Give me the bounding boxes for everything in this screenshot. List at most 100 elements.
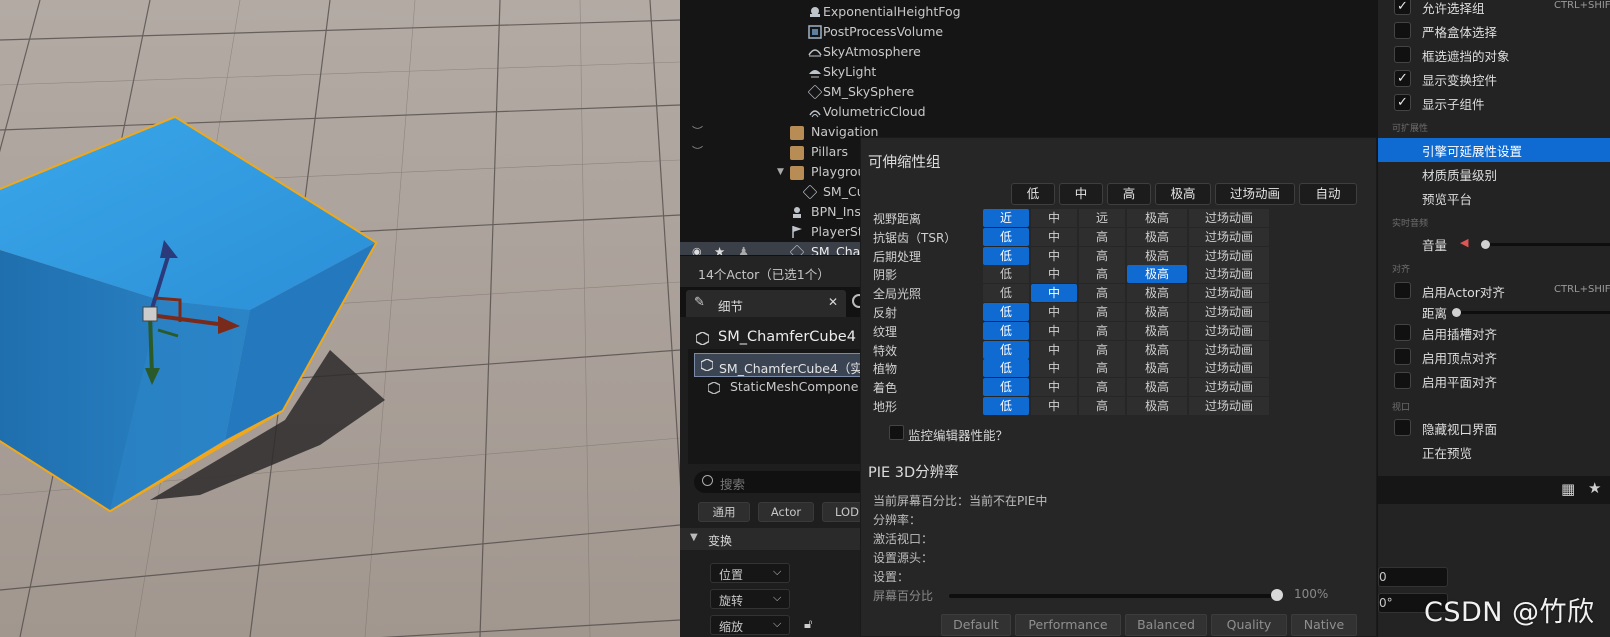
rotation-dropdown[interactable]: 旋转 ⌵ bbox=[710, 589, 790, 609]
scalability-option[interactable]: 低 bbox=[983, 246, 1029, 265]
scalability-option[interactable]: 过场动画 bbox=[1189, 359, 1269, 378]
close-icon[interactable]: ✕ bbox=[828, 295, 838, 309]
scalability-option[interactable]: 中 bbox=[1031, 265, 1077, 284]
scalability-option[interactable]: 过场动画 bbox=[1189, 378, 1269, 397]
visibility-eye-icon[interactable]: ︶ bbox=[692, 122, 703, 142]
scalability-option[interactable]: 低 bbox=[983, 321, 1029, 340]
scalability-option[interactable]: 过场动画 bbox=[1189, 227, 1269, 246]
scalability-option[interactable]: 过场动画 bbox=[1189, 265, 1269, 284]
scalability-option[interactable]: 极高 bbox=[1127, 227, 1187, 246]
menu-item-show-transform-widget[interactable]: ✓ 显示变换控件 bbox=[1378, 67, 1610, 91]
preset-default-button[interactable]: Default bbox=[941, 614, 1011, 636]
table-view-icon[interactable]: ▦ bbox=[1561, 480, 1575, 498]
outliner-row[interactable]: PostProcessVolume bbox=[680, 22, 1380, 42]
checkbox[interactable] bbox=[1394, 46, 1411, 63]
scalability-option[interactable]: 极高 bbox=[1127, 359, 1187, 378]
scalability-option[interactable]: 低 bbox=[983, 397, 1029, 415]
preset-auto-button[interactable]: 自动 bbox=[1299, 183, 1357, 205]
scalability-option[interactable]: 过场动画 bbox=[1189, 321, 1269, 340]
scalability-option[interactable]: 高 bbox=[1079, 359, 1125, 378]
menu-item-previewing[interactable]: 正在预览 bbox=[1378, 440, 1610, 464]
scalability-option[interactable]: 过场动画 bbox=[1189, 209, 1269, 227]
scalability-option[interactable]: 极高 bbox=[1127, 209, 1187, 227]
tab-details[interactable]: ✎ 细节 ✕ bbox=[686, 290, 846, 317]
scalability-option[interactable]: 中 bbox=[1031, 378, 1077, 397]
preset-native-button[interactable]: Native bbox=[1291, 614, 1357, 636]
scalability-option[interactable]: 低 bbox=[983, 227, 1029, 246]
menu-item-show-subcomponents[interactable]: ✓ 显示子组件 bbox=[1378, 91, 1610, 115]
pin-icon[interactable]: ★ bbox=[714, 242, 725, 255]
checkbox[interactable]: ✓ bbox=[1394, 0, 1411, 15]
menu-item-preview-platform[interactable]: 预览平台 bbox=[1378, 186, 1610, 210]
scalability-option[interactable]: 高 bbox=[1079, 265, 1125, 284]
scalability-option[interactable]: 极高 bbox=[1127, 284, 1187, 303]
menu-item-hide-viewport-ui[interactable]: 隐藏视口界面 bbox=[1378, 416, 1610, 440]
visibility-eye-icon[interactable]: ︶ bbox=[692, 142, 703, 162]
scalability-option[interactable]: 高 bbox=[1079, 378, 1125, 397]
scalability-option[interactable]: 极高 bbox=[1127, 321, 1187, 340]
checkbox[interactable] bbox=[1394, 348, 1411, 365]
scalability-option[interactable]: 中 bbox=[1031, 397, 1077, 415]
menu-item-volume[interactable]: 音量 ◀︎ bbox=[1378, 232, 1610, 256]
scale-dropdown[interactable]: 缩放 ⌵ bbox=[710, 615, 790, 635]
scalability-option[interactable]: 高 bbox=[1079, 340, 1125, 359]
checkbox[interactable]: ✓ bbox=[1394, 70, 1411, 87]
scalability-option[interactable]: 远 bbox=[1079, 209, 1125, 227]
preset-cinematic-button[interactable]: 过场动画 bbox=[1215, 183, 1295, 205]
scalability-option[interactable]: 极高 bbox=[1127, 397, 1187, 415]
checkbox[interactable] bbox=[1394, 282, 1411, 299]
scalability-option[interactable]: 低 bbox=[983, 359, 1029, 378]
scalability-option[interactable]: 低 bbox=[983, 303, 1029, 321]
checkbox[interactable]: ✓ bbox=[1394, 94, 1411, 111]
scalability-option[interactable]: 过场动画 bbox=[1189, 397, 1269, 415]
transform-value-input[interactable]: 0 bbox=[1378, 567, 1448, 587]
preset-balanced-button[interactable]: Balanced bbox=[1125, 614, 1207, 636]
scalability-option[interactable]: 低 bbox=[983, 284, 1029, 303]
preset-performance-button[interactable]: Performance bbox=[1015, 614, 1121, 636]
volume-slider-handle[interactable] bbox=[1481, 240, 1490, 249]
scalability-option[interactable]: 中 bbox=[1031, 303, 1077, 321]
menu-item-strict-box-select[interactable]: 严格盒体选择 bbox=[1378, 19, 1610, 43]
details-search-input[interactable]: 搜索 bbox=[694, 471, 884, 493]
scalability-option[interactable]: 过场动画 bbox=[1189, 284, 1269, 303]
checkbox[interactable] bbox=[1394, 324, 1411, 341]
preset-medium-button[interactable]: 中 bbox=[1059, 183, 1103, 205]
outliner-row[interactable]: SkyAtmosphere bbox=[680, 42, 1380, 62]
outliner-row[interactable]: ExponentialHeightFog bbox=[680, 2, 1380, 22]
scalability-option[interactable]: 中 bbox=[1031, 321, 1077, 340]
scalability-option[interactable]: 低 bbox=[983, 265, 1029, 284]
menu-item-plane-snap[interactable]: 启用平面对齐 bbox=[1378, 369, 1610, 393]
lock-icon[interactable]: ♟ bbox=[738, 242, 749, 255]
scalability-option[interactable]: 过场动画 bbox=[1189, 303, 1269, 321]
scalability-option[interactable]: 低 bbox=[983, 340, 1029, 359]
object-name[interactable]: SM_ChamferCube4 bbox=[718, 329, 856, 345]
screen-percentage-slider-handle[interactable] bbox=[1271, 589, 1283, 601]
outliner-row[interactable]: VolumetricCloud bbox=[680, 102, 1380, 122]
distance-slider[interactable] bbox=[1454, 311, 1610, 314]
unlock-icon[interactable]: 🔓︎ bbox=[804, 617, 812, 632]
scalability-option[interactable]: 近 bbox=[983, 209, 1029, 227]
filter-general-button[interactable]: 通用 bbox=[698, 502, 750, 522]
distance-slider-handle[interactable] bbox=[1452, 308, 1461, 317]
volume-slider[interactable] bbox=[1483, 243, 1610, 246]
scalability-option[interactable]: 低 bbox=[983, 378, 1029, 397]
preset-high-button[interactable]: 高 bbox=[1107, 183, 1151, 205]
scalability-option[interactable]: 中 bbox=[1031, 209, 1077, 227]
scalability-option[interactable]: 高 bbox=[1079, 397, 1125, 415]
outliner-row[interactable]: SM_SkySphere bbox=[680, 82, 1380, 102]
scalability-option[interactable]: 中 bbox=[1031, 227, 1077, 246]
location-dropdown[interactable]: 位置 ⌵ bbox=[710, 563, 790, 583]
component-child-row[interactable]: StaticMeshCompone bbox=[708, 379, 858, 394]
checkbox[interactable] bbox=[1394, 22, 1411, 39]
outliner-row[interactable]: SkyLight bbox=[680, 62, 1380, 82]
menu-item-allow-group-select[interactable]: ✓ 允许选择组 CTRL+SHIF bbox=[1378, 0, 1610, 19]
checkbox[interactable] bbox=[1394, 419, 1411, 436]
preset-low-button[interactable]: 低 bbox=[1011, 183, 1055, 205]
scalability-option[interactable]: 极高 bbox=[1127, 340, 1187, 359]
scalability-option[interactable]: 极高 bbox=[1127, 246, 1187, 265]
favorite-star-icon[interactable]: ★ bbox=[1588, 479, 1601, 497]
menu-item-occluded-select[interactable]: 框选遮挡的对象 bbox=[1378, 43, 1610, 67]
scalability-option[interactable]: 极高 bbox=[1127, 265, 1187, 284]
scalability-option[interactable]: 高 bbox=[1079, 303, 1125, 321]
menu-item-material-quality[interactable]: 材质质量级别 bbox=[1378, 162, 1610, 186]
